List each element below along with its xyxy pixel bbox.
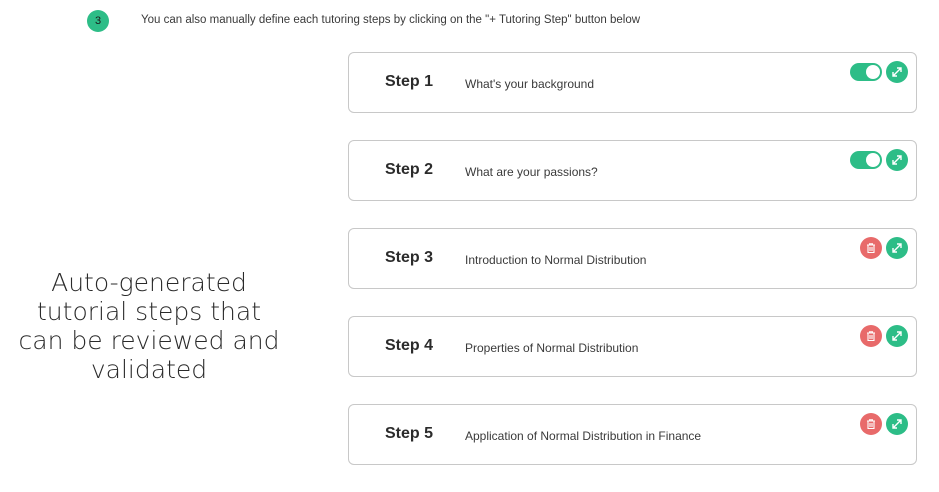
- instruction-text: You can also manually define each tutori…: [141, 14, 641, 26]
- trash-icon[interactable]: [860, 413, 882, 435]
- toggle-switch-icon[interactable]: [850, 63, 882, 81]
- step-title: Application of Normal Distribution in Fi…: [465, 429, 702, 443]
- step-label: Step 3: [385, 249, 434, 266]
- step-number-badge: 3: [87, 10, 109, 32]
- caption-text: Auto-generated tutorial steps that can b…: [0, 268, 298, 384]
- step-actions: [860, 413, 908, 435]
- step-actions: [850, 61, 908, 83]
- tutoring-steps-list: Step 1 What's your background Step 2 Wha…: [348, 52, 917, 492]
- toggle-knob: [866, 65, 880, 79]
- step-title: Properties of Normal Distribution: [465, 341, 639, 355]
- caption-line: can be reviewed and: [18, 326, 280, 355]
- toggle-knob: [866, 153, 880, 167]
- trash-icon[interactable]: [860, 325, 882, 347]
- caption-line: Auto-generated: [51, 268, 247, 297]
- caption-line: tutorial steps that: [37, 297, 261, 326]
- step-card[interactable]: Step 4 Properties of Normal Distribution: [348, 316, 917, 377]
- step-actions: [860, 237, 908, 259]
- expand-arrows-icon[interactable]: [886, 61, 908, 83]
- step-actions: [860, 325, 908, 347]
- expand-arrows-icon[interactable]: [886, 325, 908, 347]
- trash-icon[interactable]: [860, 237, 882, 259]
- step-card[interactable]: Step 2 What are your passions?: [348, 140, 917, 201]
- step-title: What's your background: [465, 77, 595, 91]
- step-title: What are your passions?: [465, 165, 598, 179]
- step-label: Step 4: [385, 337, 434, 354]
- step-card[interactable]: Step 1 What's your background: [348, 52, 917, 113]
- step-actions: [850, 149, 908, 171]
- expand-arrows-icon[interactable]: [886, 413, 908, 435]
- step-title: Introduction to Normal Distribution: [465, 253, 647, 267]
- step-label: Step 1: [385, 73, 434, 90]
- caption-line: validated: [90, 355, 208, 384]
- step-label: Step 2: [385, 161, 434, 178]
- step-label: Step 5: [385, 425, 434, 442]
- expand-arrows-icon[interactable]: [886, 149, 908, 171]
- toggle-switch-icon[interactable]: [850, 151, 882, 169]
- expand-arrows-icon[interactable]: [886, 237, 908, 259]
- step-card[interactable]: Step 5 Application of Normal Distributio…: [348, 404, 917, 465]
- step-card[interactable]: Step 3 Introduction to Normal Distributi…: [348, 228, 917, 289]
